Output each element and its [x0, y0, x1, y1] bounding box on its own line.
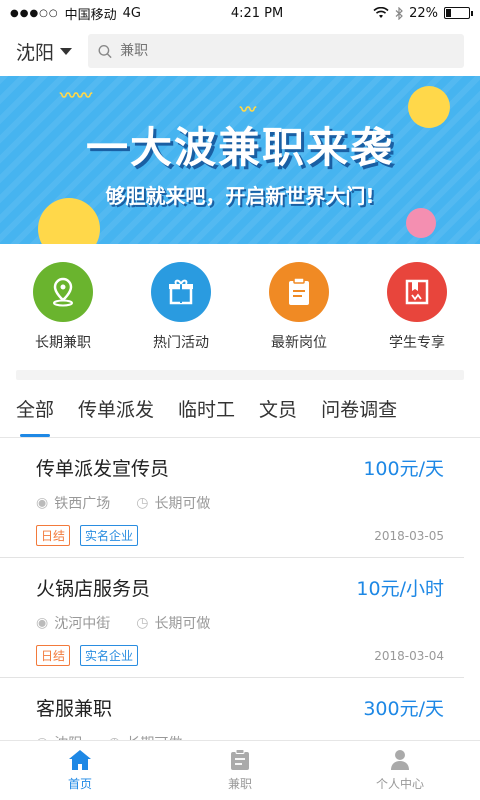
location-pin-icon: ◉ [36, 615, 49, 631]
job-card[interactable]: 火锅店服务员 10元/小时 ◉ 沈河中街 ◷ 长期可做 日结 实名企业 2018-0… [0, 558, 464, 678]
decor-zigzag: 〰〰 [60, 86, 93, 105]
tabbar-label: 兼职 [227, 777, 252, 791]
clock-icon: ◷ [136, 495, 149, 511]
banner-subline: 够胆就来吧，开启新世界大门! [105, 184, 375, 208]
job-card[interactable]: 传单派发宣传员 100元/天 ◉ 铁西广场 ◷ 长期可做 日结 实名企业 2018-… [0, 438, 464, 558]
tabbar-profile[interactable]: 个人中心 [340, 749, 460, 792]
promo-banner[interactable]: 〰〰 〰 一大波兼职来袭 够胆就来吧，开启新世界大门! [0, 76, 480, 244]
clipboard-icon [269, 262, 329, 322]
network-label: 4G [122, 5, 142, 21]
city-label: 沈阳 [16, 41, 55, 64]
tag-daily-pay: 日结 [36, 525, 71, 546]
job-location: 铁西广场 [54, 496, 111, 512]
battery-icon [444, 7, 473, 19]
clock-icon: ◷ [136, 615, 149, 631]
job-pay: 300元/天 [363, 698, 444, 720]
bottom-tab-bar: 首页 兼职 个人中心 [0, 740, 480, 800]
tabbar-label: 首页 [67, 777, 92, 791]
tab-temp[interactable]: 临时工 [178, 380, 235, 437]
decor-circle [406, 208, 436, 238]
top-header: 沈阳 [0, 26, 480, 76]
tab-survey[interactable]: 问卷调查 [321, 380, 397, 437]
tabbar-home[interactable]: 首页 [20, 749, 140, 792]
tag-verified: 实名企业 [80, 645, 139, 666]
job-term: 长期可做 [154, 616, 211, 632]
shortcut-long-term[interactable]: 长期兼职 [8, 262, 118, 352]
job-pay: 10元/小时 [356, 578, 444, 600]
section-divider [16, 370, 464, 380]
wifi-icon [373, 7, 389, 18]
book-icon [387, 262, 447, 322]
chevron-down-icon [60, 47, 73, 55]
tabbar-jobs[interactable]: 兼职 [180, 749, 300, 792]
search-icon [98, 44, 112, 58]
tag-daily-pay: 日结 [36, 645, 71, 666]
job-location: 沈河中街 [54, 616, 111, 632]
bluetooth-icon [395, 6, 403, 20]
city-selector[interactable]: 沈阳 [16, 38, 73, 65]
location-pin-icon: ◉ [36, 495, 49, 511]
location-pin-icon [33, 262, 93, 322]
shortcut-label: 热门活动 [153, 335, 209, 351]
job-date: 2018-03-05 [374, 528, 444, 543]
tabbar-label: 个人中心 [375, 777, 424, 791]
tag-verified: 实名企业 [80, 525, 139, 546]
clipboard-icon [231, 749, 249, 770]
home-icon [69, 750, 91, 770]
banner-headline: 一大波兼职来袭 [85, 123, 394, 172]
category-tabs: 全部 传单派发 临时工 文员 问卷调查 [0, 380, 480, 438]
job-title: 传单派发宣传员 [36, 458, 170, 480]
battery-percent: 22% [409, 5, 438, 21]
shortcut-label: 长期兼职 [35, 335, 91, 351]
shortcut-new-positions[interactable]: 最新岗位 [244, 262, 354, 352]
shortcut-label: 学生专享 [389, 335, 445, 351]
tab-flyers[interactable]: 传单派发 [78, 380, 154, 437]
shortcut-students[interactable]: 学生专享 [362, 262, 472, 352]
shortcut-hot-events[interactable]: 热门活动 [126, 262, 236, 352]
tab-clerk[interactable]: 文员 [259, 380, 297, 437]
clock: 4:21 PM [230, 5, 284, 21]
person-icon [391, 750, 409, 770]
carrier-label: 中国移动 [64, 7, 117, 23]
status-bar: ●●●○○ 中国移动 4G 4:21 PM 22% [0, 0, 480, 26]
job-title: 客服兼职 [36, 698, 113, 720]
job-date: 2018-03-04 [374, 648, 444, 663]
shortcut-label: 最新岗位 [271, 335, 327, 351]
job-term: 长期可做 [154, 496, 211, 512]
gift-icon [151, 262, 211, 322]
signal-icon: ●●●○○ [10, 7, 59, 19]
search-input[interactable] [120, 43, 454, 59]
shortcut-grid: 长期兼职 热门活动 最新岗位 学生专享 [0, 244, 480, 364]
job-pay: 100元/天 [363, 458, 444, 480]
tab-all[interactable]: 全部 [16, 380, 54, 437]
job-title: 火锅店服务员 [36, 578, 151, 600]
search-bar[interactable] [88, 34, 464, 68]
